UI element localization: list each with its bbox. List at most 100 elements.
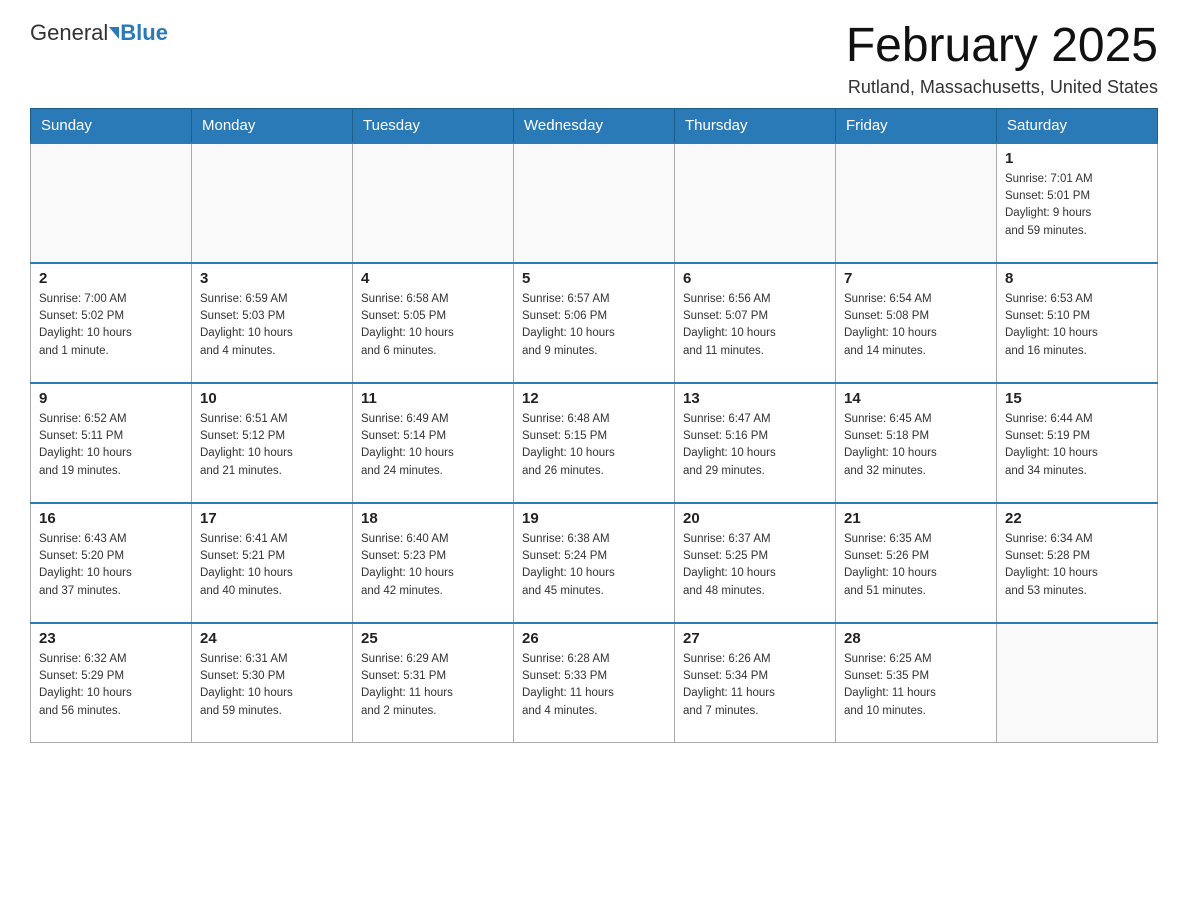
table-row: 3 Sunrise: 6:59 AMSunset: 5:03 PMDaylight…: [192, 263, 353, 383]
day-number: 14: [844, 390, 988, 407]
table-row: [31, 143, 192, 263]
table-row: 14 Sunrise: 6:45 AMSunset: 5:18 PMDayligh…: [836, 383, 997, 503]
day-number: 11: [361, 390, 505, 407]
table-row: 23Sunrise: 6:32 AMSunset: 5:29 PMDayligh…: [31, 623, 192, 743]
day-number: 19: [522, 510, 666, 527]
logo-general-text: General: [30, 20, 108, 46]
table-row: 24Sunrise: 6:31 AMSunset: 5:30 PMDayligh…: [192, 623, 353, 743]
col-tuesday: Tuesday: [353, 108, 514, 143]
calendar-header-row: Sunday Monday Tuesday Wednesday Thursday…: [31, 108, 1158, 143]
table-row: [353, 143, 514, 263]
table-row: 10 Sunrise: 6:51 AMSunset: 5:12 PMDayligh…: [192, 383, 353, 503]
table-row: [192, 143, 353, 263]
day-info: Sunrise: 6:40 AMSunset: 5:23 PMDaylight:…: [361, 531, 505, 600]
day-number: 27: [683, 630, 827, 647]
table-row: 25 Sunrise: 6:29 AMSunset: 5:31 PMDayligh…: [353, 623, 514, 743]
table-row: 27 Sunrise: 6:26 AMSunset: 5:34 PMDayligh…: [675, 623, 836, 743]
day-info: Sunrise: 6:54 AMSunset: 5:08 PMDaylight:…: [844, 291, 988, 360]
table-row: 1Sunrise: 7:01 AMSunset: 5:01 PMDaylight…: [997, 143, 1158, 263]
day-number: 28: [844, 630, 988, 647]
day-number: 21: [844, 510, 988, 527]
page-header: General Blue February 2025 Rutland, Mass…: [30, 20, 1158, 98]
day-number: 26: [522, 630, 666, 647]
day-info: Sunrise: 6:29 AMSunset: 5:31 PMDaylight:…: [361, 651, 505, 720]
day-info: Sunrise: 6:44 AMSunset: 5:19 PMDaylight:…: [1005, 411, 1149, 480]
day-number: 25: [361, 630, 505, 647]
day-info: Sunrise: 6:51 AMSunset: 5:12 PMDaylight:…: [200, 411, 344, 480]
day-info: Sunrise: 6:52 AMSunset: 5:11 PMDaylight:…: [39, 411, 183, 480]
day-info: Sunrise: 6:28 AMSunset: 5:33 PMDaylight:…: [522, 651, 666, 720]
week-row: 9 Sunrise: 6:52 AMSunset: 5:11 PMDaylight…: [31, 383, 1158, 503]
day-info: Sunrise: 6:32 AMSunset: 5:29 PMDaylight:…: [39, 651, 183, 720]
col-monday: Monday: [192, 108, 353, 143]
table-row: 22 Sunrise: 6:34 AMSunset: 5:28 PMDayligh…: [997, 503, 1158, 623]
day-info: Sunrise: 6:53 AMSunset: 5:10 PMDaylight:…: [1005, 291, 1149, 360]
table-row: [675, 143, 836, 263]
table-row: 20 Sunrise: 6:37 AMSunset: 5:25 PMDayligh…: [675, 503, 836, 623]
day-info: Sunrise: 6:48 AMSunset: 5:15 PMDaylight:…: [522, 411, 666, 480]
table-row: 28 Sunrise: 6:25 AMSunset: 5:35 PMDayligh…: [836, 623, 997, 743]
table-row: 6 Sunrise: 6:56 AMSunset: 5:07 PMDaylight…: [675, 263, 836, 383]
day-number: 4: [361, 270, 505, 287]
day-info: Sunrise: 6:34 AMSunset: 5:28 PMDaylight:…: [1005, 531, 1149, 600]
table-row: 18 Sunrise: 6:40 AMSunset: 5:23 PMDayligh…: [353, 503, 514, 623]
logo-blue-text: Blue: [120, 20, 168, 46]
day-info: Sunrise: 7:01 AMSunset: 5:01 PMDaylight:…: [1005, 171, 1149, 240]
table-row: 9 Sunrise: 6:52 AMSunset: 5:11 PMDaylight…: [31, 383, 192, 503]
day-number: 8: [1005, 270, 1149, 287]
day-number: 3: [200, 270, 344, 287]
table-row: 8 Sunrise: 6:53 AMSunset: 5:10 PMDaylight…: [997, 263, 1158, 383]
table-row: 26 Sunrise: 6:28 AMSunset: 5:33 PMDayligh…: [514, 623, 675, 743]
day-info: Sunrise: 6:38 AMSunset: 5:24 PMDaylight:…: [522, 531, 666, 600]
day-info: Sunrise: 6:45 AMSunset: 5:18 PMDaylight:…: [844, 411, 988, 480]
table-row: [997, 623, 1158, 743]
col-thursday: Thursday: [675, 108, 836, 143]
day-info: Sunrise: 6:35 AMSunset: 5:26 PMDaylight:…: [844, 531, 988, 600]
title-section: February 2025 Rutland, Massachusetts, Un…: [846, 20, 1158, 98]
day-info: Sunrise: 6:25 AMSunset: 5:35 PMDaylight:…: [844, 651, 988, 720]
day-number: 7: [844, 270, 988, 287]
col-saturday: Saturday: [997, 108, 1158, 143]
day-info: Sunrise: 6:26 AMSunset: 5:34 PMDaylight:…: [683, 651, 827, 720]
week-row: 23Sunrise: 6:32 AMSunset: 5:29 PMDayligh…: [31, 623, 1158, 743]
day-number: 13: [683, 390, 827, 407]
table-row: 12 Sunrise: 6:48 AMSunset: 5:15 PMDayligh…: [514, 383, 675, 503]
day-number: 20: [683, 510, 827, 527]
day-info: Sunrise: 6:41 AMSunset: 5:21 PMDaylight:…: [200, 531, 344, 600]
week-row: 1Sunrise: 7:01 AMSunset: 5:01 PMDaylight…: [31, 143, 1158, 263]
col-wednesday: Wednesday: [514, 108, 675, 143]
calendar-table: Sunday Monday Tuesday Wednesday Thursday…: [30, 108, 1158, 744]
day-number: 9: [39, 390, 183, 407]
day-info: Sunrise: 6:49 AMSunset: 5:14 PMDaylight:…: [361, 411, 505, 480]
table-row: [514, 143, 675, 263]
month-title: February 2025: [846, 20, 1158, 73]
logo: General Blue: [30, 20, 168, 46]
table-row: 2Sunrise: 7:00 AMSunset: 5:02 PMDaylight…: [31, 263, 192, 383]
day-number: 16: [39, 510, 183, 527]
table-row: 17 Sunrise: 6:41 AMSunset: 5:21 PMDayligh…: [192, 503, 353, 623]
day-info: Sunrise: 6:56 AMSunset: 5:07 PMDaylight:…: [683, 291, 827, 360]
day-number: 12: [522, 390, 666, 407]
day-number: 17: [200, 510, 344, 527]
day-info: Sunrise: 7:00 AMSunset: 5:02 PMDaylight:…: [39, 291, 183, 360]
day-number: 15: [1005, 390, 1149, 407]
day-number: 22: [1005, 510, 1149, 527]
day-info: Sunrise: 6:59 AMSunset: 5:03 PMDaylight:…: [200, 291, 344, 360]
week-row: 16 Sunrise: 6:43 AMSunset: 5:20 PMDayligh…: [31, 503, 1158, 623]
col-friday: Friday: [836, 108, 997, 143]
day-info: Sunrise: 6:57 AMSunset: 5:06 PMDaylight:…: [522, 291, 666, 360]
day-info: Sunrise: 6:43 AMSunset: 5:20 PMDaylight:…: [39, 531, 183, 600]
day-number: 6: [683, 270, 827, 287]
table-row: 5Sunrise: 6:57 AMSunset: 5:06 PMDaylight…: [514, 263, 675, 383]
table-row: [836, 143, 997, 263]
table-row: 11 Sunrise: 6:49 AMSunset: 5:14 PMDayligh…: [353, 383, 514, 503]
day-number: 24: [200, 630, 344, 647]
table-row: 19 Sunrise: 6:38 AMSunset: 5:24 PMDayligh…: [514, 503, 675, 623]
col-sunday: Sunday: [31, 108, 192, 143]
day-number: 10: [200, 390, 344, 407]
table-row: 15 Sunrise: 6:44 AMSunset: 5:19 PMDayligh…: [997, 383, 1158, 503]
table-row: 13Sunrise: 6:47 AMSunset: 5:16 PMDayligh…: [675, 383, 836, 503]
day-number: 18: [361, 510, 505, 527]
week-row: 2Sunrise: 7:00 AMSunset: 5:02 PMDaylight…: [31, 263, 1158, 383]
day-info: Sunrise: 6:37 AMSunset: 5:25 PMDaylight:…: [683, 531, 827, 600]
